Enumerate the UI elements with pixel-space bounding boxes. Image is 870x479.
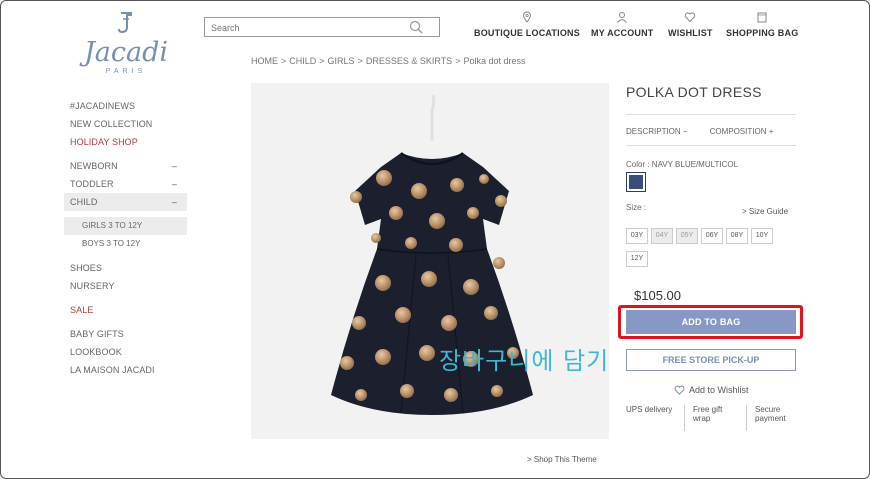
product-title: POLKA DOT DRESS [626,84,762,100]
sidebar-item-girls-3-to-12y[interactable]: GIRLS 3 TO 12Y [64,217,187,235]
annotation-caption: 장바구니에 담기 [439,347,610,375]
size-guide-link[interactable]: > Size Guide [742,207,788,216]
plus-icon: + [768,127,774,136]
breadcrumb-sep: > [281,56,287,66]
brand-sub: PARIS [105,68,147,75]
breadcrumb-sep: > [357,56,363,66]
header-my-account[interactable]: MY ACCOUNT [591,11,654,38]
service-ups-delivery: UPS delivery [626,405,673,414]
size-option-10y[interactable]: 10Y [751,228,773,244]
collapse-icon[interactable]: – [172,193,177,211]
breadcrumb-sep: > [319,56,325,66]
service-secure-payment: Secure payment [746,405,796,431]
sidebar-item-lookbook[interactable]: LOOKBOOK [64,343,187,361]
add-to-wishlist-label: Add to Wishlist [689,385,749,395]
breadcrumb-current: Polka dot dress [463,56,526,66]
size-option-04y[interactable]: 04Y [651,228,673,244]
header-wishlist-label: WISHLIST [668,28,713,38]
size-option-08y[interactable]: 08Y [726,228,748,244]
sidebar-item-jacadinews[interactable]: #JACADINEWS [64,97,187,115]
breadcrumb-girls[interactable]: GIRLS [328,56,355,66]
sidebar-item-shoes[interactable]: SHOES [64,259,187,277]
jacadi-logo[interactable]: Jacadi PARIS [81,11,171,76]
free-store-pickup-button[interactable]: FREE STORE PICK-UP [626,349,796,371]
header-shopping-bag-label: SHOPPING BAG [726,28,799,38]
color-label: Color : NAVY BLUE/MULTICOL [626,160,739,169]
heart-icon [674,385,685,395]
header-boutique-locations-label: BOUTIQUE LOCATIONS [474,28,580,38]
sidebar-nav: #JACADINEWS NEW COLLECTION HOLIDAY SHOP … [64,97,187,379]
collapse-icon[interactable]: – [172,175,177,193]
tab-composition-label: COMPOSITION [709,127,767,136]
user-icon [617,12,628,23]
tab-composition[interactable]: COMPOSITION + [710,127,774,136]
size-option-12y[interactable]: 12Y [626,251,648,267]
brand-name: Jacadi [83,37,169,68]
sidebar-item-newborn[interactable]: NEWBORN – [64,157,187,175]
sidebar-item-label: CHILD [70,197,98,207]
sidebar-item-child[interactable]: CHILD – [64,193,187,211]
size-selector: 03Y 04Y 05Y 06Y 08Y 10Y 12Y [626,228,786,274]
breadcrumb-dresses-skirts[interactable]: DRESSES & SKIRTS [366,56,452,66]
service-list: UPS delivery Free gift wrap Secure payme… [626,405,796,431]
sidebar-item-boys-3-to-12y[interactable]: BOYS 3 TO 12Y [64,235,187,253]
heart-icon [685,12,696,23]
service-free-gift-wrap: Free gift wrap [684,405,746,431]
minus-icon: − [682,127,688,136]
location-pin-icon [522,11,531,23]
sidebar-item-holiday-shop[interactable]: HOLIDAY SHOP [64,133,187,151]
browser-frame: Jacadi PARIS BOUTIQUE LOCATIONS MY ACCOU… [0,0,870,479]
sidebar-item-sale[interactable]: SALE [64,301,187,319]
size-label: Size : [626,203,647,212]
breadcrumb-sep: > [455,56,461,66]
search-box [204,17,440,37]
tab-description[interactable]: DESCRIPTION − [626,127,688,136]
crest-icon [118,12,132,34]
divider [626,114,796,115]
sidebar-item-nursery[interactable]: NURSERY [64,277,187,295]
collapse-icon[interactable]: – [172,157,177,175]
product-price: $105.00 [634,288,681,303]
dress-illustration [251,83,609,439]
search-input[interactable] [205,19,405,37]
header-boutique-locations[interactable]: BOUTIQUE LOCATIONS [474,11,580,38]
header-my-account-label: MY ACCOUNT [591,28,654,38]
sidebar-item-la-maison-jacadi[interactable]: LA MAISON JACADI [64,361,187,379]
tab-description-label: DESCRIPTION [626,127,681,136]
add-to-bag-button[interactable]: ADD TO BAG [626,310,796,334]
product-image[interactable] [251,83,609,439]
sidebar-item-baby-gifts[interactable]: BABY GIFTS [64,325,187,343]
color-swatch-navy[interactable] [626,172,646,192]
add-to-wishlist-link[interactable]: Add to Wishlist [674,385,749,395]
header-shopping-bag[interactable]: SHOPPING BAG [726,11,798,38]
size-option-03y[interactable]: 03Y [626,228,648,244]
size-option-06y[interactable]: 06Y [701,228,723,244]
bag-icon [757,12,767,23]
breadcrumb: HOME > CHILD > GIRLS > DRESSES & SKIRTS > Polka … [251,56,526,66]
sidebar-item-label: TODDLER [70,179,114,189]
sidebar-item-label: NEWBORN [70,161,118,171]
header-wishlist[interactable]: WISHLIST [668,11,713,38]
size-option-05y[interactable]: 05Y [676,228,698,244]
swatch-fill [629,175,643,189]
sidebar-item-toddler[interactable]: TODDLER – [64,175,187,193]
product-tabs: DESCRIPTION − COMPOSITION + [626,127,773,136]
breadcrumb-home[interactable]: HOME [251,56,278,66]
shop-this-theme-link[interactable]: > Shop This Theme [527,455,597,464]
breadcrumb-child[interactable]: CHILD [289,56,316,66]
sidebar-item-new-collection[interactable]: NEW COLLECTION [64,115,187,133]
divider [626,145,796,146]
search-icon[interactable] [409,20,423,34]
